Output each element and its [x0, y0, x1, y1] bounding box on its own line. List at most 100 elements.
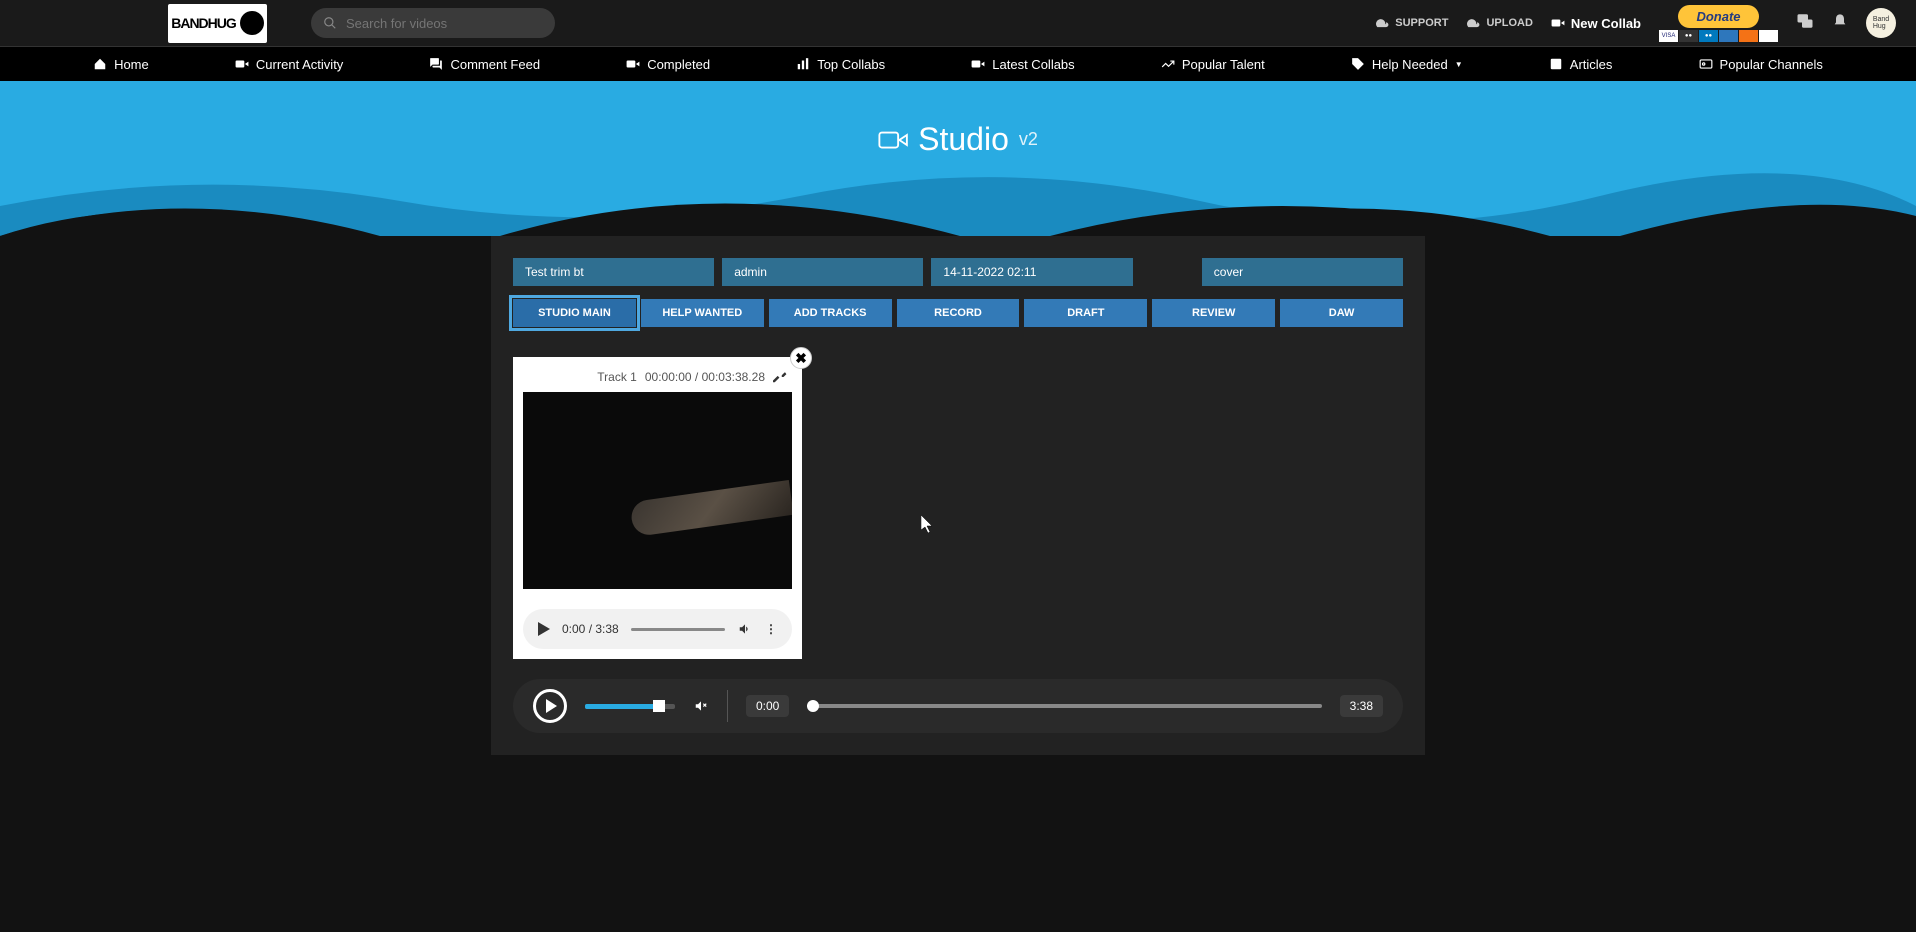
nav-comment-label: Comment Feed	[450, 57, 540, 72]
nav-current-label: Current Activity	[256, 57, 343, 72]
nav-talent-label: Popular Talent	[1182, 57, 1265, 72]
notifications-icon[interactable]	[1832, 12, 1848, 35]
tab-help-wanted[interactable]: HELP WANTED	[641, 299, 764, 327]
messages-icon[interactable]	[1796, 12, 1814, 35]
brand-logo[interactable]: BANDHUG	[168, 4, 267, 43]
header-right: SUPPORT UPLOAD New Collab Donate VISA ●●…	[1375, 5, 1896, 42]
video-icon	[971, 59, 985, 69]
support-text: SUPPORT	[1395, 17, 1448, 29]
inline-audio-player: 0:00 / 3:38 ⋮	[523, 609, 792, 649]
page-title: Studio v2	[878, 121, 1038, 158]
nav-articles-label: Articles	[1570, 57, 1613, 72]
time-total: 3:38	[1340, 695, 1383, 717]
id-icon	[1699, 58, 1713, 70]
tab-studio-main[interactable]: STUDIO MAIN	[513, 299, 636, 327]
video-icon	[235, 59, 249, 69]
news-icon	[1549, 57, 1563, 71]
top-header: BANDHUG SUPPORT UPLOAD New Collab Donate…	[0, 0, 1916, 47]
visa-icon: VISA	[1659, 30, 1678, 42]
main-player-bar: 0:00 3:38	[513, 679, 1403, 733]
camera-icon	[878, 129, 908, 151]
wrench-icon[interactable]	[773, 370, 787, 384]
play-triangle-icon	[546, 699, 557, 713]
comments-icon	[429, 57, 443, 71]
collab-type-field[interactable]: cover	[1202, 258, 1403, 286]
volume-fill	[585, 704, 662, 709]
upload-link[interactable]: UPLOAD	[1466, 17, 1532, 29]
play-icon[interactable]	[538, 622, 550, 636]
chevron-down-icon: ▼	[1455, 60, 1463, 69]
tab-daw[interactable]: DAW	[1280, 299, 1403, 327]
nav-top-label: Top Collabs	[817, 57, 885, 72]
card-icon	[1759, 30, 1778, 42]
maestro-icon: ●●	[1699, 30, 1718, 42]
nav-comment-feed[interactable]: Comment Feed	[429, 57, 540, 72]
seek-thumb[interactable]	[807, 700, 819, 712]
trend-icon	[1161, 57, 1175, 71]
new-collab-link[interactable]: New Collab	[1551, 16, 1641, 31]
nav-current-activity[interactable]: Current Activity	[235, 57, 343, 72]
new-collab-text: New Collab	[1571, 16, 1641, 31]
video-icon	[1551, 18, 1565, 28]
tab-add-tracks[interactable]: ADD TRACKS	[769, 299, 892, 327]
logo-text: BANDHUG	[171, 15, 236, 31]
volume-slider[interactable]	[585, 704, 675, 709]
collab-user-field[interactable]: admin	[722, 258, 923, 286]
cloud-upload-icon	[1466, 18, 1480, 28]
amex-icon	[1719, 30, 1738, 42]
tag-icon	[1351, 57, 1365, 71]
upload-text: UPLOAD	[1486, 17, 1532, 29]
nav-home[interactable]: Home	[93, 57, 149, 72]
track-label: Track 1	[597, 370, 637, 384]
video-frame-content	[629, 479, 792, 536]
nav-top-collabs[interactable]: Top Collabs	[796, 57, 885, 72]
track-header: Track 1 00:00:00 / 00:03:38.28	[523, 367, 792, 392]
audio-time: 0:00 / 3:38	[562, 622, 619, 636]
info-spacer	[1141, 258, 1194, 286]
close-track-button[interactable]: ✖	[790, 347, 812, 369]
collab-date-field[interactable]: 14-11-2022 02:11	[931, 258, 1132, 286]
studio-tabs: STUDIO MAIN HELP WANTED ADD TRACKS RECOR…	[513, 299, 1403, 327]
nav-latest-label: Latest Collabs	[992, 57, 1074, 72]
search-input[interactable]	[311, 8, 555, 38]
nav-completed-label: Completed	[647, 57, 710, 72]
track-video-preview[interactable]	[523, 392, 792, 589]
nav-latest-collabs[interactable]: Latest Collabs	[971, 57, 1074, 72]
mute-icon[interactable]	[693, 699, 709, 713]
donate-button[interactable]: Donate	[1678, 5, 1758, 28]
nav-completed[interactable]: Completed	[626, 57, 710, 72]
nav-home-label: Home	[114, 57, 149, 72]
seek-bar[interactable]	[807, 704, 1321, 708]
payment-icons: VISA ●● ●●	[1659, 30, 1778, 42]
volume-thumb[interactable]	[653, 700, 665, 712]
collab-title-field[interactable]: Test trim bt	[513, 258, 714, 286]
home-icon	[93, 57, 107, 71]
logo-circle-icon	[240, 11, 264, 35]
main-navbar: Home Current Activity Comment Feed Compl…	[0, 47, 1916, 81]
hero-version: v2	[1019, 129, 1038, 150]
info-row: Test trim bt admin 14-11-2022 02:11 cove…	[513, 258, 1403, 286]
track-time: 00:00:00 / 00:03:38.28	[645, 370, 765, 384]
hero-banner: Studio v2	[0, 81, 1916, 236]
search-icon	[323, 16, 337, 30]
volume-icon[interactable]	[737, 622, 753, 636]
nav-help-label: Help Needed	[1372, 57, 1448, 72]
audio-menu-icon[interactable]: ⋮	[765, 622, 777, 636]
audio-progress-bar[interactable]	[631, 628, 725, 631]
wave-decoration	[0, 146, 1916, 236]
tab-review[interactable]: REVIEW	[1152, 299, 1275, 327]
bars-icon	[796, 57, 810, 71]
nav-popular-channels[interactable]: Popular Channels	[1699, 57, 1823, 72]
tab-draft[interactable]: DRAFT	[1024, 299, 1147, 327]
discover-icon	[1739, 30, 1758, 42]
nav-channels-label: Popular Channels	[1720, 57, 1823, 72]
nav-articles[interactable]: Articles	[1549, 57, 1613, 72]
track-card: ✖ Track 1 00:00:00 / 00:03:38.28 0:00 / …	[513, 357, 802, 659]
support-link[interactable]: SUPPORT	[1375, 17, 1448, 29]
user-avatar[interactable]: BandHug	[1866, 8, 1896, 38]
donate-wrap: Donate VISA ●● ●●	[1659, 5, 1778, 42]
main-play-button[interactable]	[533, 689, 567, 723]
nav-help-needed[interactable]: Help Needed ▼	[1351, 57, 1463, 72]
tab-record[interactable]: RECORD	[897, 299, 1020, 327]
nav-popular-talent[interactable]: Popular Talent	[1161, 57, 1265, 72]
